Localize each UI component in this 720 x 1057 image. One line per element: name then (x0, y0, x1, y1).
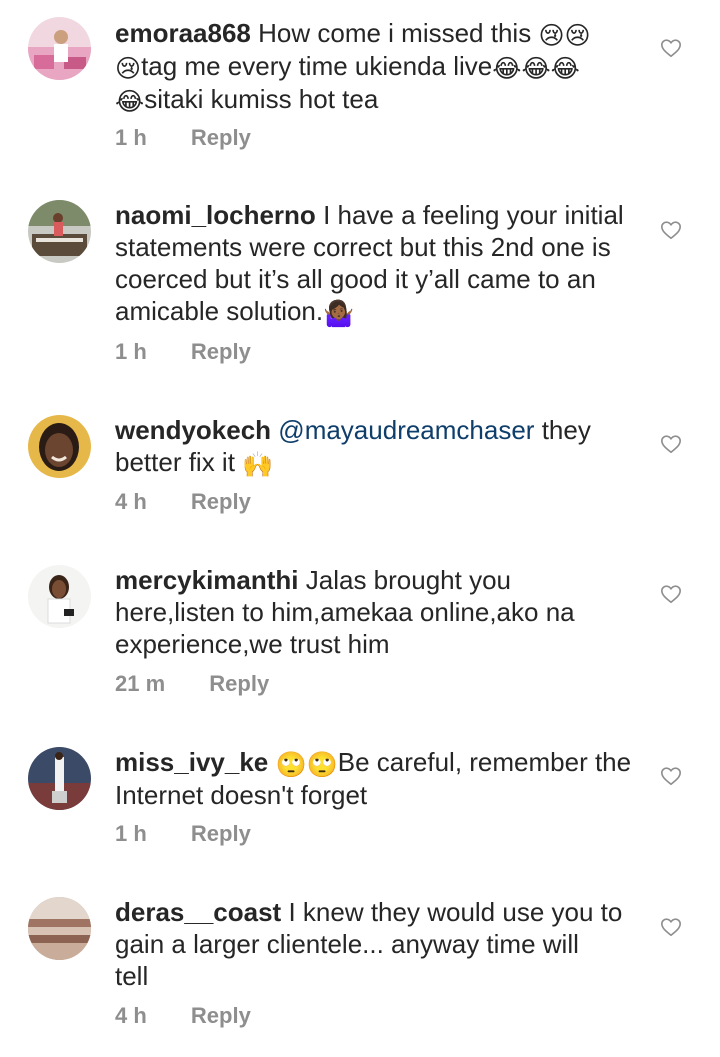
heart-outline-icon (661, 767, 681, 786)
comment-text: miss_ivy_ke 🙄🙄Be careful, remember the In… (115, 746, 643, 811)
comment-meta: 21 m Reply (115, 670, 269, 698)
comment-text-segment: I have a feeling your initial (323, 200, 624, 230)
comment-username[interactable]: emoraa868 (115, 18, 251, 48)
mention-link[interactable]: @mayaudreamchaser (278, 415, 534, 445)
comment-text: mercykimanthi Jalas brought you here,list… (115, 564, 643, 660)
reply-button[interactable]: Reply (191, 821, 251, 846)
reply-button[interactable]: Reply (191, 1003, 251, 1028)
comment-text-segment: statements were correct but this 2nd one… (115, 232, 611, 262)
comment-username[interactable]: deras__coast (115, 897, 281, 927)
avatar[interactable] (28, 565, 91, 628)
comment-time: 4 h (115, 1003, 147, 1028)
emoji: 😂😂😂 (492, 54, 580, 83)
like-button[interactable] (660, 765, 682, 787)
heart-outline-icon (661, 39, 681, 58)
comment-text-segment: they (534, 415, 591, 445)
heart-outline-icon (661, 435, 681, 454)
comment-text-segment: I knew they would use you to (288, 897, 623, 927)
avatar[interactable] (28, 897, 91, 960)
like-button[interactable] (660, 219, 682, 241)
comment-time: 1 h (115, 125, 147, 150)
comment-text-segment: coerced but it’s all good it y’all came … (115, 264, 596, 294)
like-button[interactable] (660, 433, 682, 455)
heart-outline-icon (661, 585, 681, 604)
comment-text-segment: sitaki kumiss hot tea (144, 84, 379, 114)
emoji: 😢😢 (538, 21, 591, 50)
emoji: 🙄🙄 (275, 750, 338, 779)
reply-button[interactable]: Reply (209, 671, 269, 696)
comment-text-segment: Be careful, remember the (337, 747, 632, 777)
comment-username[interactable]: naomi_locherno (115, 200, 316, 230)
emoji: 😂 (115, 87, 145, 116)
emoji: 🙌 (242, 450, 274, 479)
reply-button[interactable]: Reply (191, 339, 251, 364)
comment-text-segment: tag me every time ukienda live (141, 51, 493, 81)
comment-meta: 4 h Reply (115, 488, 251, 516)
comment-text-segment: Jalas brought you (305, 565, 512, 595)
heart-outline-icon (661, 221, 681, 240)
emoji: 🤷🏾‍♀️ (323, 299, 355, 328)
reply-button[interactable]: Reply (191, 489, 251, 514)
avatar[interactable] (28, 17, 91, 80)
comment-text-segment: tell (115, 961, 149, 991)
comment-time: 21 m (115, 671, 166, 696)
like-button[interactable] (660, 916, 682, 938)
comment-meta: 1 h Reply (115, 124, 251, 152)
comment-text-segment: amicable solution. (115, 296, 324, 326)
comment-time: 1 h (115, 821, 147, 846)
avatar[interactable] (28, 415, 91, 478)
comment-text-segment: Internet doesn't forget (115, 780, 368, 810)
comment-text: emoraa868 How come i missed this 😢😢 😢tag … (115, 17, 643, 116)
emoji: 😢 (115, 54, 142, 83)
like-button[interactable] (660, 37, 682, 59)
like-button[interactable] (660, 583, 682, 605)
comment-meta: 4 h Reply (115, 1002, 251, 1030)
comment-item: emoraa868 How come i missed this 😢😢 😢tag … (0, 0, 720, 180)
comment-text-segment: experience,we trust him (115, 629, 390, 659)
comment-text-segment: here,listen to him,amekaa online,ako na (115, 597, 575, 627)
comment-username[interactable]: mercykimanthi (115, 565, 299, 595)
comment-username[interactable]: miss_ivy_ke (115, 747, 268, 777)
comment-text: deras__coast I knew they would use you t… (115, 896, 643, 992)
comment-time: 1 h (115, 339, 147, 364)
comment-username[interactable]: wendyokech (115, 415, 271, 445)
comment-time: 4 h (115, 489, 147, 514)
avatar[interactable] (28, 747, 91, 810)
heart-outline-icon (661, 918, 681, 937)
comment-text-segment: How come i missed this (258, 18, 539, 48)
reply-button[interactable]: Reply (191, 125, 251, 150)
comment-text: naomi_locherno I have a feeling your ini… (115, 199, 643, 328)
comment-meta: 1 h Reply (115, 338, 251, 366)
comment-text-segment: gain a larger clientele... anyway time w… (115, 929, 579, 959)
comment-text: wendyokech @mayaudreamchaser they better … (115, 414, 643, 479)
comment-meta: 1 h Reply (115, 820, 251, 848)
comment-text-segment: better fix it (115, 447, 243, 477)
avatar[interactable] (28, 200, 91, 263)
